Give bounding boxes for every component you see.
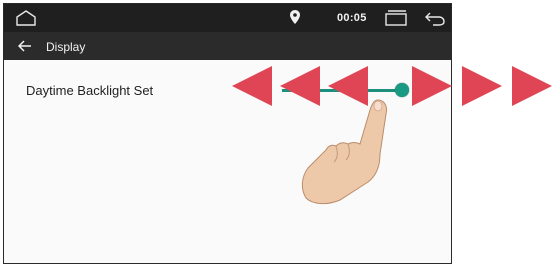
status-time: 00:05	[337, 12, 367, 24]
back-icon[interactable]	[424, 10, 446, 26]
home-icon[interactable]	[14, 9, 38, 27]
slider-thumb[interactable]	[394, 83, 409, 97]
pointing-hand-icon	[301, 99, 387, 205]
app-bar: Display	[4, 32, 451, 60]
arrow-left-icon[interactable]	[18, 40, 32, 52]
recents-icon[interactable]	[383, 9, 409, 27]
page-title: Display	[46, 40, 86, 54]
location-icon	[290, 10, 300, 24]
right-arrows-icon	[412, 66, 552, 106]
daytime-backlight-label: Daytime Backlight Set	[26, 83, 154, 98]
status-bar: 00:05	[4, 4, 451, 32]
